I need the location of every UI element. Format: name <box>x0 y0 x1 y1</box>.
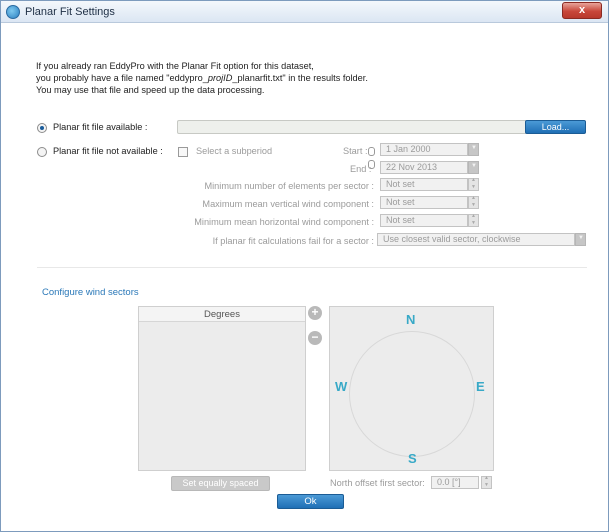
fail-action-select[interactable]: Use closest valid sector, clockwise <box>377 233 575 246</box>
degrees-header: Degrees <box>139 307 305 322</box>
end-date-field[interactable]: 22 Nov 2013 <box>380 161 468 174</box>
intro-line-2-em: projID <box>207 73 233 83</box>
max-vertical-label: Maximum mean vertical wind component : <box>202 199 374 209</box>
add-sector-button[interactable]: + <box>308 306 322 320</box>
close-button[interactable]: x <box>562 2 602 19</box>
compass-east-label: E <box>476 379 485 394</box>
min-horizontal-stepper[interactable] <box>468 213 479 227</box>
start-date-dropdown-icon[interactable] <box>468 143 479 156</box>
min-horizontal-field[interactable]: Not set <box>380 214 468 227</box>
file-not-available-label: Planar fit file not available : <box>53 146 163 156</box>
remove-sector-button[interactable]: − <box>308 331 322 345</box>
min-elements-stepper[interactable] <box>468 177 479 191</box>
degrees-list[interactable]: Degrees <box>138 306 306 471</box>
load-button[interactable]: Load... <box>525 120 586 134</box>
min-elements-label: Minimum number of elements per sector : <box>204 181 374 191</box>
compass-view[interactable]: N E S W <box>329 306 494 471</box>
max-vertical-field[interactable]: Not set <box>380 196 468 209</box>
start-date-field[interactable]: 1 Jan 2000 <box>380 143 468 156</box>
ok-button[interactable]: Ok <box>277 494 344 509</box>
compass-circle <box>349 331 475 457</box>
file-available-label: Planar fit file available : <box>53 122 148 132</box>
eddypro-app-icon <box>6 5 20 19</box>
start-label: Start : <box>343 146 368 156</box>
file-not-available-radio[interactable] <box>37 147 47 157</box>
subperiod-checkbox[interactable] <box>178 147 188 157</box>
intro-line-2: you probably have a file named "eddypro_… <box>36 72 368 84</box>
fail-action-label: If planar fit calculations fail for a se… <box>212 236 374 246</box>
section-divider <box>37 267 587 268</box>
intro-line-2-pre: you probably have a file named "eddypro_ <box>36 73 208 83</box>
north-offset-label: North offset first sector: <box>330 478 425 488</box>
compass-south-label: S <box>408 451 417 466</box>
fail-action-dropdown-icon[interactable] <box>575 233 586 246</box>
max-vertical-stepper[interactable] <box>468 195 479 209</box>
end-date-dropdown-icon[interactable] <box>468 161 479 174</box>
intro-line-3: You may use that file and speed up the d… <box>36 85 265 95</box>
compass-west-label: W <box>335 379 348 394</box>
intro-text: If you already ran EddyPro with the Plan… <box>36 60 368 96</box>
planarfit-file-input[interactable] <box>177 120 527 134</box>
file-available-radio[interactable] <box>37 123 47 133</box>
intro-line-1: If you already ran EddyPro with the Plan… <box>36 61 314 71</box>
north-offset-stepper[interactable] <box>481 475 492 489</box>
intro-line-2-post: _planarfit.txt" in the results folder. <box>232 73 368 83</box>
planar-fit-dialog: Planar Fit Settings x If you already ran… <box>0 0 609 532</box>
north-offset-field[interactable]: 0.0 [°] <box>431 476 479 489</box>
min-horizontal-label: Minimum mean horizontal wind component : <box>194 217 374 227</box>
set-equally-spaced-button[interactable]: Set equally spaced <box>171 476 270 491</box>
min-elements-field[interactable]: Not set <box>380 178 468 191</box>
date-link-icon <box>367 147 375 169</box>
subperiod-label: Select a subperiod <box>196 146 273 156</box>
title-bar[interactable]: Planar Fit Settings x <box>1 1 608 23</box>
compass-north-label: N <box>406 312 416 327</box>
configure-wind-sectors-link[interactable]: Configure wind sectors <box>42 287 139 298</box>
window-title: Planar Fit Settings <box>25 6 115 18</box>
